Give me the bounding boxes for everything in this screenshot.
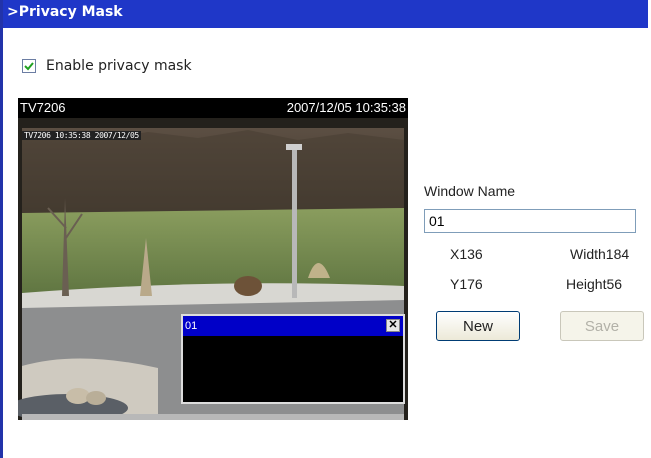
privacy-mask-window[interactable]: 01 ✕ [181, 314, 405, 404]
mask-height-value: Height56 [566, 276, 623, 292]
checkmark-icon [24, 62, 34, 71]
new-button[interactable]: New [436, 311, 520, 341]
mask-x-value: X136 [450, 246, 483, 262]
mask-window-title: 01 [185, 320, 198, 332]
video-osd-text: TV7206 10:35:38 2007/12/05 [22, 131, 141, 140]
save-button[interactable]: Save [560, 311, 644, 341]
page-left-border [0, 0, 3, 458]
page-title: >Privacy Mask [3, 0, 648, 28]
camera-name: TV7206 [20, 100, 66, 115]
enable-privacy-mask-label: Enable privacy mask [46, 58, 192, 74]
close-icon[interactable]: ✕ [386, 319, 400, 332]
window-name-label: Window Name [424, 183, 516, 199]
mask-width-value: Width184 [570, 246, 630, 262]
enable-privacy-mask-checkbox[interactable] [22, 59, 36, 73]
mask-y-value: Y176 [450, 276, 483, 292]
window-name-input[interactable] [424, 209, 636, 233]
camera-video-view[interactable]: TV7206 10:35:38 2007/12/05 01 ✕ [18, 118, 408, 420]
camera-datetime: 2007/12/05 10:35:38 [286, 100, 406, 115]
camera-title-bar: TV7206 2007/12/05 10:35:38 [18, 98, 408, 118]
mask-window-title-bar[interactable]: 01 ✕ [183, 316, 403, 336]
enable-privacy-mask-row[interactable]: Enable privacy mask [22, 56, 192, 76]
